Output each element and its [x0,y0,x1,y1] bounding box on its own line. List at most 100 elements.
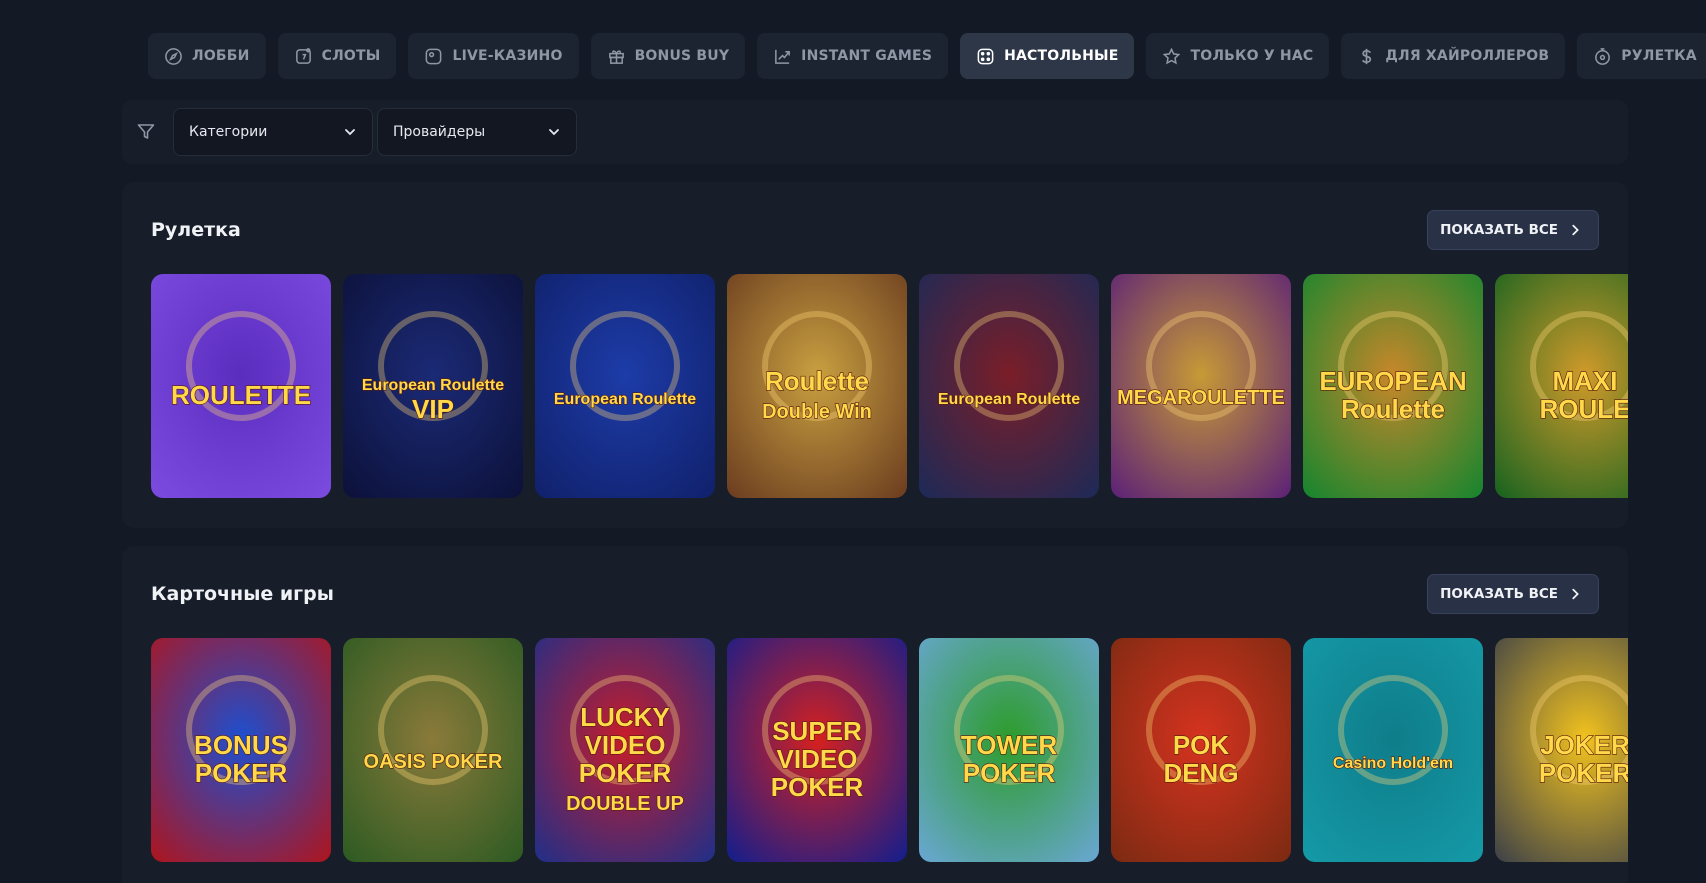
game-tile[interactable]: LUCKY VIDEO POKER DOUBLE UP [535,638,715,862]
game-title: Roulette [765,366,869,396]
chevron-down-icon [549,129,559,136]
game-tile[interactable]: MAXI ROULE [1495,274,1628,498]
section-roulette: Рулетка ПОКАЗАТЬ ВСЕ ROULETTE European Ro… [122,182,1628,528]
game-tile[interactable]: European Roulette VIP [343,274,523,498]
tab-slots[interactable]: СЛОТЫ [277,33,397,79]
game-thumbnail: Roulette Double Win [727,274,907,498]
tab-exclusive[interactable]: ТОЛЬКО У НАС [1146,33,1330,79]
game-title: SUPER [772,716,862,746]
game-title: POKER [1539,758,1628,788]
game-thumbnail: ROULETTE [151,274,331,498]
camera-icon [426,48,442,64]
game-title: DENG [1163,758,1238,788]
game-title: MEGAROULETTE [1117,387,1285,409]
game-title: BONUS [194,730,288,760]
game-thumbnail: OASIS POKER [343,638,523,862]
game-title: European Roulette [554,391,696,408]
game-thumbnail: MAXIROULE [1495,274,1628,498]
game-tile[interactable]: European Roulette [919,274,1099,498]
page: ЛОББИ СЛОТЫ LIVE-КАЗИНО BONUS BUY INSTAN… [0,0,1706,883]
dice-icon [977,48,994,64]
dollar-icon [1362,48,1372,64]
tab-label: INSTANT GAMES [801,48,933,64]
providers-select[interactable]: Провайдеры [377,108,577,156]
game-thumbnail: LUCKYVIDEOPOKER DOUBLE UP [535,638,715,862]
roulette-icon [1595,47,1611,65]
star-icon [1163,47,1181,64]
tab-label: BONUS BUY [634,48,730,64]
game-thumbnail: EUROPEANRoulette [1303,274,1483,498]
show-all-label: ПОКАЗАТЬ ВСЕ [1440,222,1558,238]
game-tile[interactable]: European Roulette [535,274,715,498]
tab-high-rollers[interactable]: ДЛЯ ХАЙРОЛЛЕРОВ [1341,33,1566,79]
game-thumbnail: MEGAROULETTE [1111,274,1291,498]
categories-select-value: Категории [189,124,268,140]
gift-icon [608,49,624,64]
game-title: VIDEO [777,744,858,774]
game-row: ROULETTE European Roulette VIP European Rou… [151,274,1628,498]
game-tile[interactable]: EUROPEAN Roulette [1303,274,1483,498]
section-title: Рулетка [151,219,241,241]
game-tile[interactable]: Casino Hold'em [1303,638,1483,862]
game-title: ROULETTE [171,380,311,410]
categories-select[interactable]: Категории [173,108,373,156]
show-all-button[interactable]: ПОКАЗАТЬ ВСЕ [1427,210,1599,250]
chevron-right-icon [1572,224,1579,236]
game-title: EUROPEAN [1319,366,1466,396]
filter-icon[interactable] [136,122,156,142]
game-thumbnail: BONUSPOKER [151,638,331,862]
chart-up-icon [775,49,791,64]
tab-table-games[interactable]: НАСТОЛЬНЫЕ [960,33,1135,79]
tab-roulette[interactable]: РУЛЕТКА [1577,33,1706,79]
game-thumbnail: European Roulette [919,274,1099,498]
compass-icon [165,47,182,65]
tab-label: РУЛЕТКА [1621,48,1697,64]
game-title: ROULE [1540,394,1629,424]
game-thumbnail: SUPERVIDEOPOKER [727,638,907,862]
game-tile[interactable]: OASIS POKER [343,638,523,862]
game-title: POKER [963,758,1056,788]
game-thumbnail: POKDENG [1111,638,1291,862]
chevron-down-icon [345,129,355,136]
game-tile[interactable]: ROULETTE [151,274,331,498]
tab-label: НАСТОЛЬНЫЕ [1004,48,1119,64]
game-tile[interactable]: Roulette Double Win [727,274,907,498]
game-title: Roulette [1341,394,1445,424]
section-card-games: Карточные игры ПОКАЗАТЬ ВСЕ BONUS POKER OA… [122,546,1628,883]
game-tile[interactable]: MEGAROULETTE [1111,274,1291,498]
chevron-right-icon [1572,588,1579,600]
game-tile[interactable]: SUPER VIDEO POKER [727,638,907,862]
game-tile[interactable]: POK DENG [1111,638,1291,862]
game-tile[interactable]: BONUS POKER [151,638,331,862]
tab-lobby[interactable]: ЛОББИ [148,33,266,79]
game-title: POKER [771,772,864,802]
tab-label: СЛОТЫ [321,48,381,64]
game-thumbnail: TOWERPOKER [919,638,1099,862]
game-thumbnail: European Roulette [535,274,715,498]
game-title: TOWER [961,730,1058,760]
game-title: POKER [579,758,672,788]
game-title: Casino Hold'em [1333,755,1453,772]
tab-bonus-buy[interactable]: BONUS BUY [590,33,746,79]
tab-label: LIVE-КАЗИНО [452,48,563,64]
show-all-button[interactable]: ПОКАЗАТЬ ВСЕ [1427,574,1599,614]
game-tile[interactable]: JOKER POKER [1495,638,1628,862]
section-title: Карточные игры [151,583,334,605]
game-title: DOUBLE UP [566,793,684,815]
tab-live-casino[interactable]: LIVE-КАЗИНО [408,33,579,79]
game-title: European Roulette [362,377,504,394]
tab-label: ДЛЯ ХАЙРОЛЛЕРОВ [1385,48,1550,64]
game-tile[interactable]: TOWER POKER [919,638,1099,862]
game-title: LUCKY [580,702,670,732]
category-nav: ЛОББИ СЛОТЫ LIVE-КАЗИНО BONUS BUY INSTAN… [148,33,1706,79]
tab-instant-games[interactable]: INSTANT GAMES [757,33,949,79]
game-thumbnail: Casino Hold'em [1303,638,1483,862]
show-all-label: ПОКАЗАТЬ ВСЕ [1440,586,1558,602]
game-title: Double Win [762,401,872,423]
game-title: VIDEO [585,730,666,760]
game-row: BONUS POKER OASIS POKER LUCKY VIDEO POKER DOUB… [151,638,1628,862]
tab-label: ЛОББИ [192,48,250,64]
game-title: JOKER [1540,730,1628,760]
providers-select-value: Провайдеры [393,124,486,140]
game-title: MAXI [1553,366,1618,396]
